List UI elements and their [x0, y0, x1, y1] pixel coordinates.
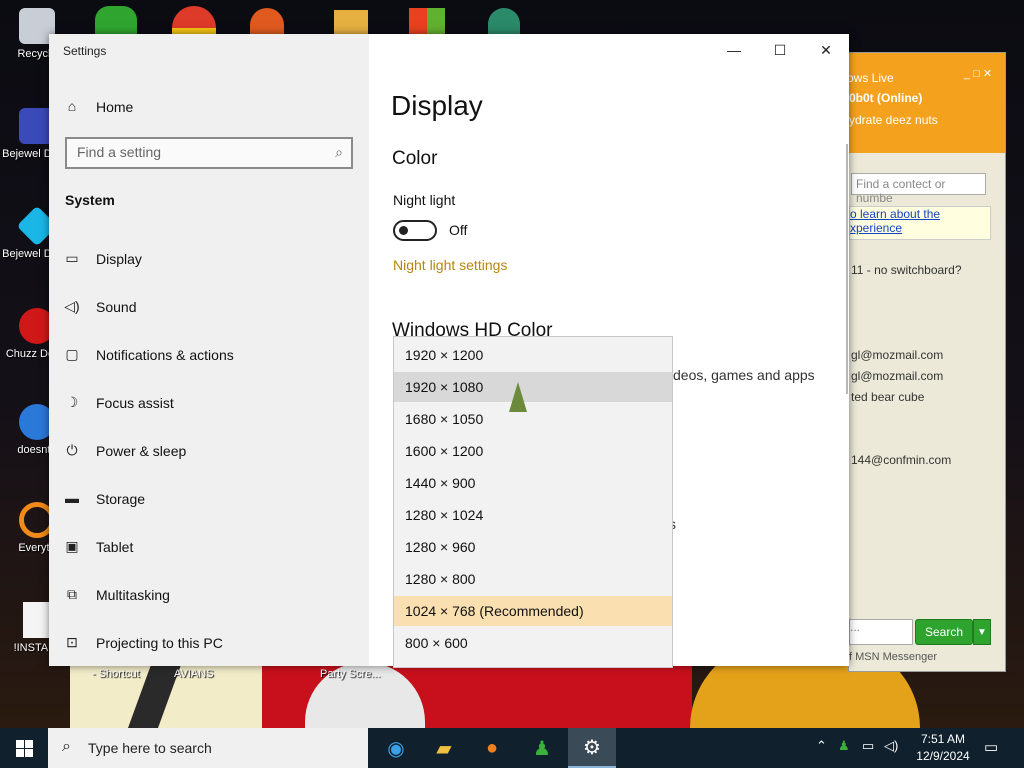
msn-tray-icon[interactable]: ♟ — [838, 738, 850, 754]
nav-multitasking[interactable]: ⧉ Multitasking — [63, 571, 363, 619]
resolution-option[interactable]: 1440 × 900 — [394, 468, 672, 498]
nav-power-sleep[interactable]: ⏻ Power & sleep — [63, 427, 363, 475]
monitor-icon: ▭ — [65, 250, 79, 266]
network-icon[interactable]: ▭ — [862, 738, 874, 754]
nav-storage[interactable]: ▬ Storage — [63, 475, 363, 523]
show-hidden-icons-chevron[interactable]: ⌃ — [816, 738, 827, 754]
nav-focus-assist[interactable]: ☽ Focus assist — [63, 379, 363, 427]
home-icon: ⌂ — [67, 98, 77, 114]
night-light-toggle[interactable] — [393, 220, 437, 241]
section-heading: System — [65, 192, 115, 208]
msn-contact[interactable]: 11 - no switchboard? — [851, 263, 962, 277]
minimize-button[interactable]: — — [711, 34, 757, 66]
nav-projecting[interactable]: ⊡ Projecting to this PC — [63, 619, 363, 667]
msn-find-contact-input[interactable]: Find a contect or numbe — [851, 173, 986, 205]
night-light-label: Night light — [393, 192, 456, 208]
msn-contact[interactable]: 144@confmin.com — [851, 453, 951, 467]
power-icon: ⏻ — [66, 442, 78, 458]
close-icon: ✕ — [820, 41, 832, 58]
settings-window[interactable]: Settings ⌂ Home Find a setting ⌕ System … — [49, 34, 849, 668]
night-light-state: Off — [449, 222, 468, 238]
nav-home[interactable]: ⌂ Home — [63, 83, 363, 131]
hdr-description: deos, games and apps — [673, 367, 815, 383]
msn-messenger-window[interactable]: ows Live 0b0t (Online) ydrate deez nuts … — [847, 52, 1006, 672]
resolution-option[interactable]: 800 × 600 — [394, 628, 672, 658]
desktop-label: AVIANS — [174, 668, 214, 680]
msn-user-name[interactable]: 0b0t (Online) — [849, 91, 922, 105]
msn-desktop-icon[interactable] — [95, 6, 137, 34]
msn-minimize-icon[interactable]: _ □ ✕ — [964, 67, 992, 80]
toggle-knob — [399, 226, 408, 235]
character-icon[interactable] — [488, 8, 520, 34]
msn-personal-message[interactable]: ydrate deez nuts — [849, 113, 938, 127]
tablet-icon: ▣ — [65, 538, 79, 554]
app-icon[interactable] — [250, 8, 284, 34]
projecting-icon: ⊡ — [66, 634, 78, 650]
nav-tablet[interactable]: ▣ Tablet — [63, 523, 363, 571]
multitasking-icon: ⧉ — [67, 586, 77, 602]
msn-search-input[interactable]: ... — [849, 619, 913, 645]
resolution-option-selected[interactable]: 1024 × 768 (Recommended) — [394, 596, 672, 626]
mouse-cursor-icon — [509, 382, 527, 412]
maximize-button[interactable]: ☐ — [757, 34, 803, 66]
nav-display[interactable]: ▭ Display — [63, 235, 363, 283]
settings-sidebar: Settings ⌂ Home Find a setting ⌕ System … — [49, 34, 369, 666]
msn-footer-text: f MSN Messenger — [849, 651, 938, 663]
taskbar: ⌕ Type here to search ◉ ▰ ● ♟ ⚙ ⌃ ♟ ▭ ◁)… — [0, 728, 1024, 768]
close-button[interactable]: ✕ — [803, 34, 849, 66]
search-icon: ⌕ — [62, 738, 71, 755]
resolution-option[interactable]: 1600 × 1200 — [394, 436, 672, 466]
page-title: Display — [391, 90, 483, 121]
find-setting-input[interactable]: Find a setting ⌕ — [65, 137, 353, 169]
search-icon: ⌕ — [335, 144, 343, 160]
resolution-option[interactable]: 1680 × 1050 — [394, 404, 672, 434]
resolution-option[interactable]: 1920 × 1200 — [394, 340, 672, 370]
taskbar-clock[interactable]: 7:51 AM 12/9/2024 — [908, 731, 978, 765]
resolution-option[interactable]: 1280 × 960 — [394, 532, 672, 562]
edge-taskbar-icon[interactable]: ◉ — [372, 728, 420, 768]
file-explorer-taskbar-icon[interactable]: ▰ — [420, 728, 468, 768]
color-heading: Color — [392, 148, 438, 169]
msn-contact[interactable]: gl@mozmail.com — [851, 369, 943, 383]
msn-contact[interactable]: ted bear cube — [851, 390, 924, 404]
nav-notifications[interactable]: ▢ Notifications & actions — [63, 331, 363, 379]
firefox-taskbar-icon[interactable]: ● — [468, 728, 516, 768]
msn-contact[interactable]: gl@mozmail.com — [851, 348, 943, 362]
desktop-label: Party Scre... — [320, 668, 381, 680]
minimize-icon: — — [727, 42, 741, 58]
notification-center-icon[interactable]: ▭ — [984, 738, 998, 756]
storage-icon: ▬ — [65, 490, 79, 506]
moon-icon: ☽ — [65, 394, 79, 410]
volume-icon[interactable]: ◁) — [884, 738, 898, 754]
msn-header: ows Live 0b0t (Online) ydrate deez nuts … — [847, 53, 1005, 153]
window-title: Settings — [63, 44, 107, 58]
settings-taskbar-icon[interactable]: ⚙ — [568, 728, 616, 768]
folder-icon[interactable] — [334, 10, 368, 34]
resolution-option[interactable]: 1280 × 1024 — [394, 500, 672, 530]
chevron-down-icon[interactable]: ▼ — [973, 619, 991, 645]
msn-title: ows Live — [847, 71, 894, 85]
windows-logo-icon[interactable] — [409, 8, 445, 34]
msn-tip-link[interactable]: o learn about the xperience — [849, 206, 991, 240]
text-file-icon — [23, 602, 51, 638]
speaker-icon: ◁) — [64, 298, 80, 314]
night-light-settings-link[interactable]: Night light settings — [393, 257, 507, 273]
notification-icon: ▢ — [65, 346, 79, 362]
resolution-option-hovered[interactable]: 1920 × 1080 — [394, 372, 672, 402]
start-button[interactable] — [0, 728, 48, 768]
resolution-dropdown-list[interactable]: 1920 × 1200 1920 × 1080 1680 × 1050 1600… — [393, 336, 673, 668]
taskbar-search-box[interactable]: ⌕ Type here to search — [48, 728, 368, 768]
nav-home-label: Home — [96, 99, 134, 115]
resolution-option[interactable]: 1280 × 800 — [394, 564, 672, 594]
maximize-icon: ☐ — [773, 41, 787, 58]
windows-start-icon — [15, 739, 33, 757]
msn-taskbar-icon[interactable]: ♟ — [518, 728, 566, 768]
scrollbar[interactable] — [846, 144, 848, 394]
desktop-label: - Shortcut — [92, 668, 140, 680]
nav-sound[interactable]: ◁) Sound — [63, 283, 363, 331]
msn-search-button[interactable]: Search — [915, 619, 973, 645]
